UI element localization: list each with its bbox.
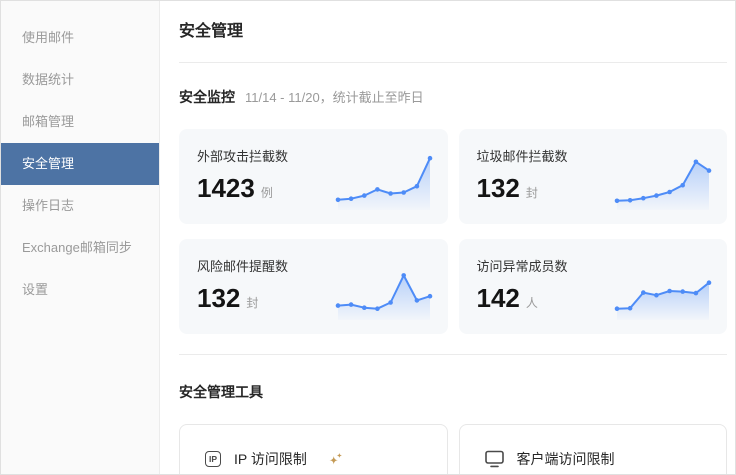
- sidebar-item-usage-mail[interactable]: 使用邮件: [1, 17, 159, 59]
- sidebar-item-data-statistics[interactable]: 数据统计: [1, 59, 159, 101]
- ai-sparkle-icon: [327, 451, 344, 468]
- sidebar-item-label: 操作日志: [22, 198, 74, 213]
- page-title: 安全管理: [179, 23, 727, 41]
- security-tools-title: 安全管理工具: [179, 383, 727, 401]
- metric-value: 142: [477, 284, 520, 312]
- sidebar-item-label: Exchange邮箱同步: [22, 240, 132, 255]
- metric-unit: 人: [526, 294, 538, 311]
- sidebar-item-label: 邮箱管理: [22, 114, 74, 129]
- metric-unit: 例: [261, 184, 273, 201]
- sidebar-item-label: 设置: [22, 282, 48, 297]
- sparkline-container: [334, 148, 434, 215]
- tool-label: 客户端访问限制: [517, 449, 615, 469]
- security-monitor-header: 安全监控 11/14 - 11/20，统计截止至昨日: [179, 88, 727, 107]
- sidebar-item-security-management[interactable]: 安全管理: [1, 143, 159, 185]
- divider: [179, 62, 727, 63]
- metric-value: 1423: [197, 174, 255, 202]
- metric-unit: 封: [246, 294, 258, 311]
- trend-sparkline-chart: [613, 258, 713, 320]
- ip-box-icon-text: IP: [209, 454, 217, 464]
- divider: [179, 354, 727, 355]
- security-monitor-date-range: 11/14 - 11/20，统计截止至昨日: [245, 89, 424, 107]
- trend-sparkline-chart: [334, 148, 434, 210]
- metric-card-risky-mail-alerts[interactable]: 风险邮件提醒数132封: [179, 239, 448, 334]
- tool-card-ip-access-restriction[interactable]: IP IP 访问限制: [179, 424, 448, 475]
- admin-console-window: 使用邮件数据统计邮箱管理安全管理操作日志Exchange邮箱同步设置 安全管理 …: [0, 0, 736, 475]
- sparkline-container: [334, 258, 434, 325]
- metric-card-abnormal-access-members[interactable]: 访问异常成员数142人: [459, 239, 728, 334]
- ip-box-icon: IP: [205, 451, 221, 467]
- metric-unit: 封: [526, 184, 538, 201]
- metric-card-external-attack-blocks[interactable]: 外部攻击拦截数1423例: [179, 129, 448, 224]
- main-content: 安全管理 安全监控 11/14 - 11/20，统计截止至昨日 外部攻击拦截数1…: [160, 1, 735, 474]
- sidebar: 使用邮件数据统计邮箱管理安全管理操作日志 Exchange邮箱同步设置: [1, 1, 160, 474]
- monitor-icon: [485, 450, 504, 468]
- sparkline-container: [613, 258, 713, 325]
- sparkline-container: [613, 148, 713, 215]
- metric-value: 132: [477, 174, 520, 202]
- sidebar-item-label: 数据统计: [22, 72, 74, 87]
- metric-value: 132: [197, 284, 240, 312]
- trend-sparkline-chart: [334, 258, 434, 320]
- tool-card-client-access-restriction[interactable]: 客户端访问限制: [459, 424, 728, 475]
- metric-card-spam-blocks[interactable]: 垃圾邮件拦截数132封: [459, 129, 728, 224]
- sidebar-item-label: 使用邮件: [22, 30, 74, 45]
- metric-cards-grid: 外部攻击拦截数1423例垃圾邮件拦截数132封风险邮件提醒数132封访问异常成员…: [179, 129, 727, 334]
- sidebar-item-operation-log[interactable]: 操作日志: [1, 185, 159, 227]
- tool-label: IP 访问限制: [234, 449, 307, 469]
- trend-sparkline-chart: [613, 148, 713, 210]
- sidebar-item-mailbox-management[interactable]: 邮箱管理: [1, 101, 159, 143]
- sidebar-item-exchange-sync[interactable]: Exchange邮箱同步: [1, 227, 159, 269]
- security-monitor-title: 安全监控: [179, 88, 235, 106]
- sidebar-item-label: 安全管理: [22, 156, 74, 171]
- security-tools-grid: IP IP 访问限制 客户端访问限制: [179, 424, 727, 475]
- sidebar-item-settings[interactable]: 设置: [1, 269, 159, 311]
